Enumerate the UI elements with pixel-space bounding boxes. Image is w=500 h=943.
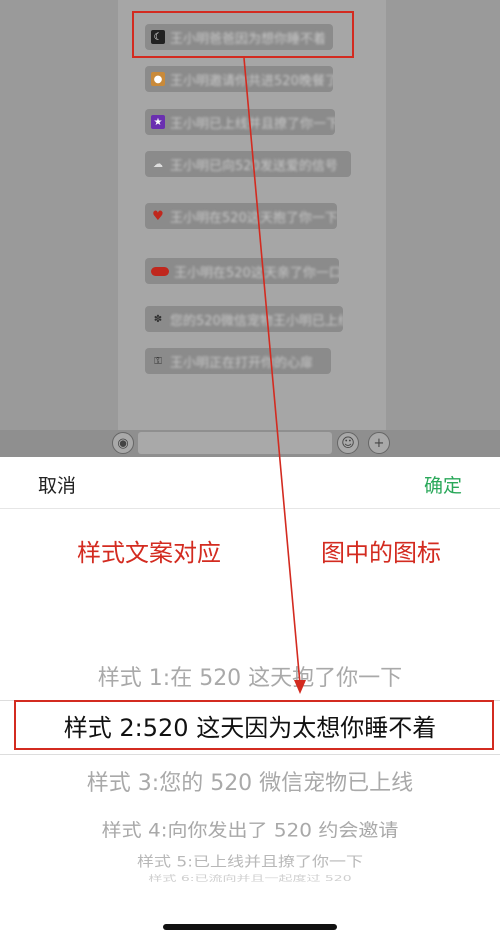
home-indicator[interactable] xyxy=(163,924,337,930)
annotation-arrow xyxy=(243,57,306,694)
arrow-head xyxy=(294,680,306,694)
arrow-line xyxy=(243,57,301,685)
